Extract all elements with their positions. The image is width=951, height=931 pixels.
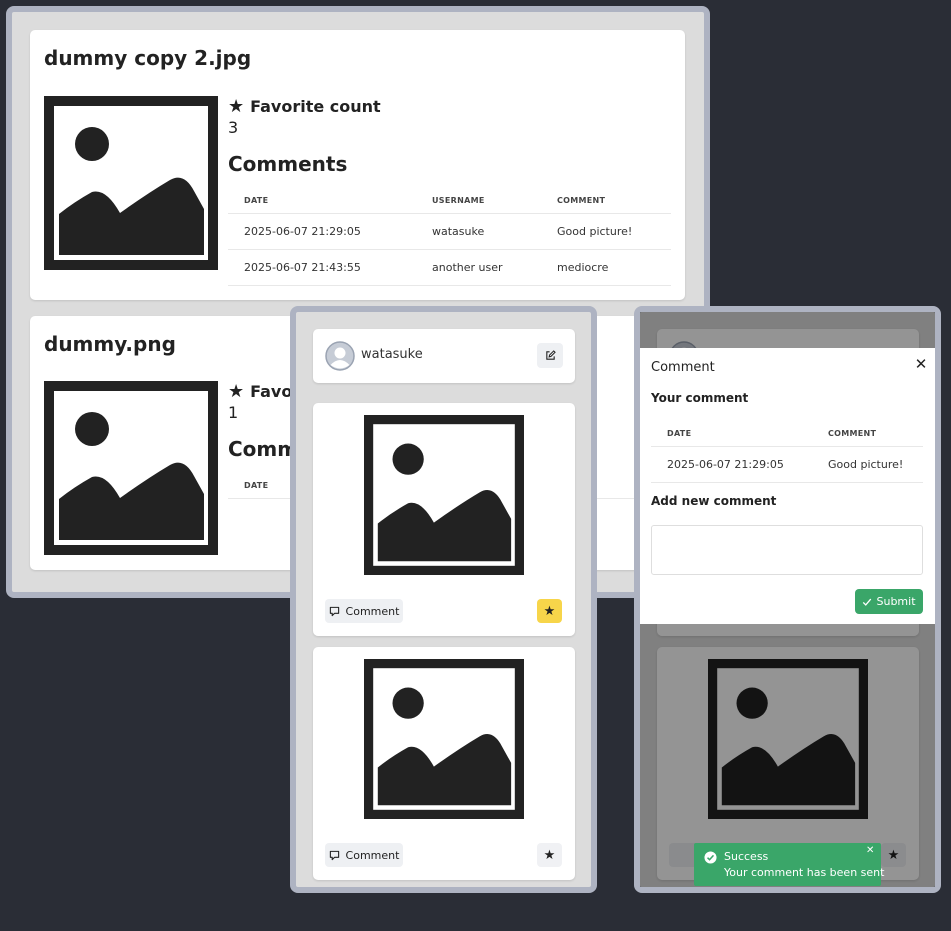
- comment-button-label: Comment: [345, 848, 400, 862]
- comment-username: watasuke: [416, 213, 541, 250]
- table-row: 2025-06-07 21:29:05 Good picture!: [651, 446, 923, 483]
- toast-close-icon[interactable]: ✕: [866, 845, 874, 856]
- comment-button[interactable]: Comment: [325, 843, 403, 867]
- table-row: 2025-06-07 21:43:55 another user mediocr…: [228, 249, 671, 286]
- star-icon: ★: [228, 96, 245, 117]
- image-placeholder-icon: [44, 381, 218, 555]
- image-placeholder-icon: [44, 96, 218, 270]
- image-filename: dummy.png: [44, 332, 176, 356]
- favorite-count-label: ★ Favorite count: [228, 96, 381, 117]
- comment-modal: Comment ✕ Your comment DATE COMMENT 2025…: [640, 348, 935, 624]
- success-check-icon: [704, 851, 717, 864]
- comment-username: another user: [416, 249, 541, 286]
- toast-title: Success: [724, 850, 769, 863]
- comment-button-label: Comment: [345, 604, 400, 618]
- comment-text: mediocre: [541, 249, 671, 286]
- star-icon: ★: [543, 603, 556, 619]
- comments-table: DATE USERNAME COMMENT 2025-06-07 21:29:0…: [228, 187, 671, 286]
- column-header-date: DATE: [651, 420, 812, 447]
- star-icon: ★: [228, 381, 245, 402]
- image-filename: dummy copy 2.jpg: [44, 46, 252, 70]
- column-header-date: DATE: [228, 187, 416, 214]
- comment-icon: [329, 850, 339, 860]
- add-comment-heading: Add new comment: [651, 494, 777, 508]
- comment-button[interactable]: Comment: [325, 599, 403, 623]
- avatar: [325, 341, 355, 371]
- comment-textarea[interactable]: [651, 525, 923, 575]
- your-comment-table: DATE COMMENT 2025-06-07 21:29:05 Good pi…: [651, 420, 923, 483]
- comment-date: 2025-06-07 21:29:05: [228, 213, 416, 250]
- your-comment-heading: Your comment: [651, 391, 749, 405]
- username: watasuke: [361, 347, 423, 362]
- mobile-feed-frame: watasuke Comment ★ Comment ★: [290, 306, 597, 893]
- modal-title: Comment: [651, 360, 715, 375]
- favorite-label-text: Favorite count: [250, 97, 381, 116]
- comment-icon: [329, 606, 339, 616]
- table-row: 2025-06-07 21:29:05 watasuke Good pictur…: [228, 213, 671, 250]
- edit-profile-button[interactable]: [537, 343, 563, 368]
- comment-date: 2025-06-07 21:29:05: [651, 446, 812, 483]
- submit-label: Submit: [876, 595, 916, 608]
- submit-button[interactable]: Submit: [855, 589, 923, 614]
- comments-heading: Comments: [228, 152, 348, 176]
- edit-icon: [545, 350, 556, 360]
- close-icon[interactable]: ✕: [912, 355, 930, 373]
- favorite-button[interactable]: ★: [537, 843, 562, 867]
- check-icon: [863, 598, 872, 606]
- column-header-comment: COMMENT: [541, 187, 671, 214]
- image-card: dummy copy 2.jpg ★ Favorite count 3 Comm…: [30, 30, 685, 300]
- comment-date: 2025-06-07 21:43:55: [228, 249, 416, 286]
- comment-text: Good picture!: [541, 213, 671, 250]
- favorite-count-value: 1: [228, 403, 239, 422]
- comment-text: Good picture!: [812, 446, 923, 483]
- favorite-button[interactable]: ★: [537, 599, 562, 623]
- image-placeholder-icon: [364, 659, 524, 819]
- post-card: Comment ★: [313, 403, 575, 636]
- profile-header: watasuke: [313, 329, 575, 383]
- comment-modal-frame: ★ Comment ✕ Your comment DATE COMMENT 20…: [634, 306, 941, 893]
- success-toast: Success Your comment has been sent ✕: [694, 843, 885, 886]
- image-placeholder-icon: [364, 415, 524, 575]
- column-header-comment: COMMENT: [812, 420, 923, 447]
- post-card: Comment ★: [313, 647, 575, 880]
- column-header-username: USERNAME: [416, 187, 541, 214]
- toast-message: Your comment has been sent: [724, 866, 885, 879]
- favorite-count-value: 3: [228, 118, 239, 137]
- star-icon: ★: [543, 847, 556, 863]
